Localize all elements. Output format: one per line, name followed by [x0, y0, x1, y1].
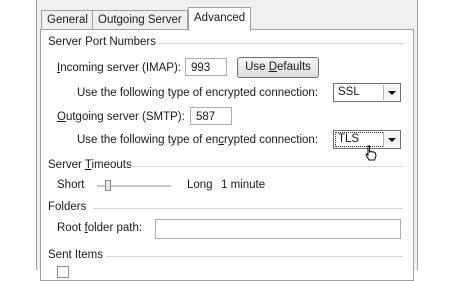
group-divider — [93, 208, 403, 209]
sent-items-heading: Sent Items — [48, 249, 103, 261]
hand-cursor-icon — [365, 145, 377, 161]
timeout-short-label: Short — [57, 179, 85, 191]
group-divider — [106, 256, 403, 257]
encryption-label-outgoing: Use the following type of encrypted conn… — [77, 134, 319, 146]
use-defaults-button[interactable]: Use Defaults — [237, 57, 319, 78]
server-port-numbers-heading: Server Port Numbers — [48, 36, 157, 48]
incoming-port-input[interactable]: 993 — [185, 58, 227, 76]
incoming-encryption-value: SSL — [338, 86, 360, 98]
incoming-encryption-select[interactable]: SSL — [333, 83, 401, 102]
server-timeouts-heading: Server Timeouts — [48, 159, 132, 171]
dropdown-arrow-icon[interactable] — [383, 132, 399, 147]
timeout-long-label: Long — [187, 179, 213, 191]
slider-thumb[interactable] — [105, 180, 111, 191]
outgoing-port-input[interactable]: 587 — [190, 107, 232, 125]
dropdown-arrow-icon[interactable] — [383, 85, 399, 100]
root-folder-path-input[interactable] — [155, 219, 401, 239]
group-divider — [158, 43, 403, 44]
timeout-slider[interactable] — [97, 180, 171, 192]
root-folder-path-label: Root folder path: — [57, 222, 143, 234]
sent-items-checkbox[interactable] — [57, 266, 69, 278]
timeout-value-label: 1 minute — [221, 179, 266, 191]
outgoing-encryption-value: TLS — [338, 133, 360, 145]
group-divider — [130, 166, 403, 167]
encryption-label-incoming: Use the following type of encrypted conn… — [77, 87, 319, 99]
outgoing-server-label: Outgoing server (SMTP): — [57, 111, 185, 123]
incoming-server-label: Incoming server (IMAP): — [57, 62, 181, 74]
folders-heading: Folders — [48, 201, 87, 213]
